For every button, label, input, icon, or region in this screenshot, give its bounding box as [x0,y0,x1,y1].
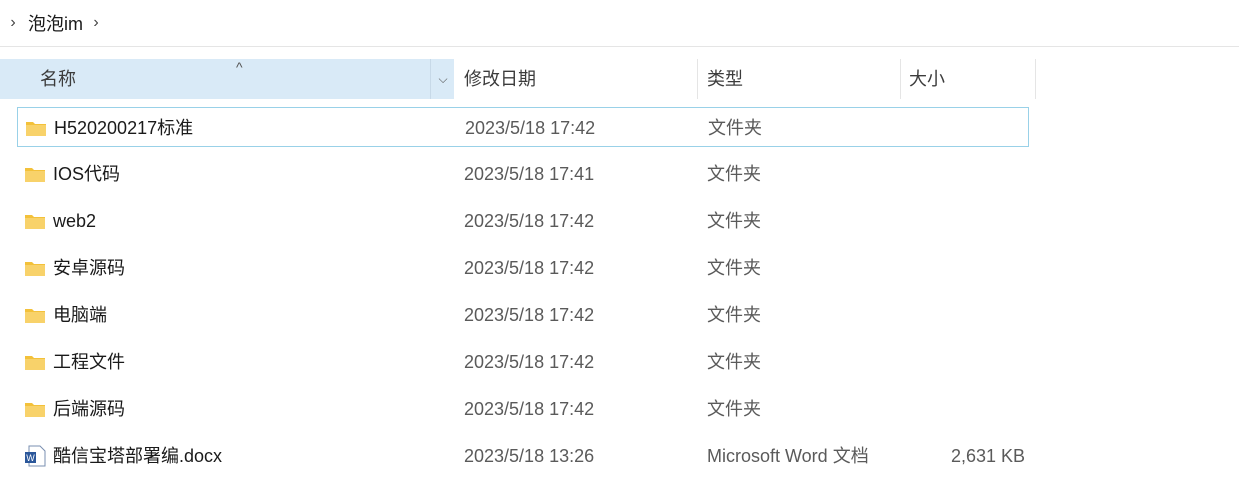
svg-text:W: W [26,453,35,463]
folder-icon [25,215,45,229]
word-document-icon: W [25,445,46,467]
file-date: 2023/5/18 17:42 [464,258,595,278]
breadcrumb: › 泡泡im › [0,0,1239,47]
file-date: 2023/5/18 13:26 [464,446,595,466]
file-type: 文件夹 [708,118,762,138]
file-name: 工程文件 [53,352,125,372]
breadcrumb-expand-chevron-icon[interactable]: › [6,14,20,32]
file-name: H520200217标准 [54,118,194,138]
file-name: web2 [53,211,97,231]
file-row[interactable]: W 酷信宝塔部署编.docx 2023/5/18 13:26 Microsoft… [17,436,1029,476]
file-date: 2023/5/18 17:42 [464,305,595,325]
column-header-date[interactable]: 修改日期 [455,59,698,99]
file-row[interactable]: H520200217标准 2023/5/18 17:42 文件夹 [17,107,1029,147]
file-name: 电脑端 [53,305,107,325]
file-name: 酷信宝塔部署编.docx [53,446,223,466]
file-row[interactable]: 电脑端 2023/5/18 17:42 文件夹 [17,295,1029,335]
column-header-size-label: 大小 [909,69,945,89]
column-header-name[interactable]: ^ 名称 ⌵ [0,59,454,99]
column-header-date-label: 修改日期 [464,69,536,89]
breadcrumb-item-folder[interactable]: 泡泡im [28,10,83,36]
file-name: 后端源码 [53,399,125,419]
folder-icon [25,403,45,417]
file-type: Microsoft Word 文档 [707,446,869,466]
file-date: 2023/5/18 17:41 [464,164,595,184]
file-name: IOS代码 [53,164,121,184]
file-row[interactable]: web2 2023/5/18 17:42 文件夹 [17,201,1029,241]
file-date: 2023/5/18 17:42 [464,211,595,231]
file-name: 安卓源码 [53,258,125,278]
file-row[interactable]: 工程文件 2023/5/18 17:42 文件夹 [17,342,1029,382]
breadcrumb-chevron-right-icon[interactable]: › [89,14,103,32]
file-date: 2023/5/18 17:42 [464,352,595,372]
file-row[interactable]: 安卓源码 2023/5/18 17:42 文件夹 [17,248,1029,288]
file-row[interactable]: IOS代码 2023/5/18 17:41 文件夹 [17,154,1029,194]
file-type: 文件夹 [707,305,761,325]
file-type: 文件夹 [707,164,761,184]
file-type: 文件夹 [707,211,761,231]
file-row[interactable]: 后端源码 2023/5/18 17:42 文件夹 [17,389,1029,429]
file-size: 2,631 KB [950,446,1025,466]
file-type: 文件夹 [707,258,761,278]
column-header-type-label: 类型 [707,69,743,89]
column-header-name-label: 名称 [40,69,76,89]
folder-icon [26,122,46,136]
folder-icon [25,309,45,323]
file-type: 文件夹 [707,399,761,419]
folder-icon [25,262,45,276]
folder-icon [25,356,45,370]
folder-icon [25,168,45,182]
column-header-size[interactable]: 大小 [901,59,1036,99]
column-header-type[interactable]: 类型 [698,59,901,99]
column-filter-dropdown-icon[interactable]: ⌵ [430,59,455,99]
file-date: 2023/5/18 17:42 [465,118,596,138]
file-type: 文件夹 [707,352,761,372]
file-date: 2023/5/18 17:42 [464,399,595,419]
column-header-row: ^ 名称 ⌵ 修改日期 类型 大小 [0,59,1036,99]
sort-ascending-icon: ^ [236,59,243,75]
